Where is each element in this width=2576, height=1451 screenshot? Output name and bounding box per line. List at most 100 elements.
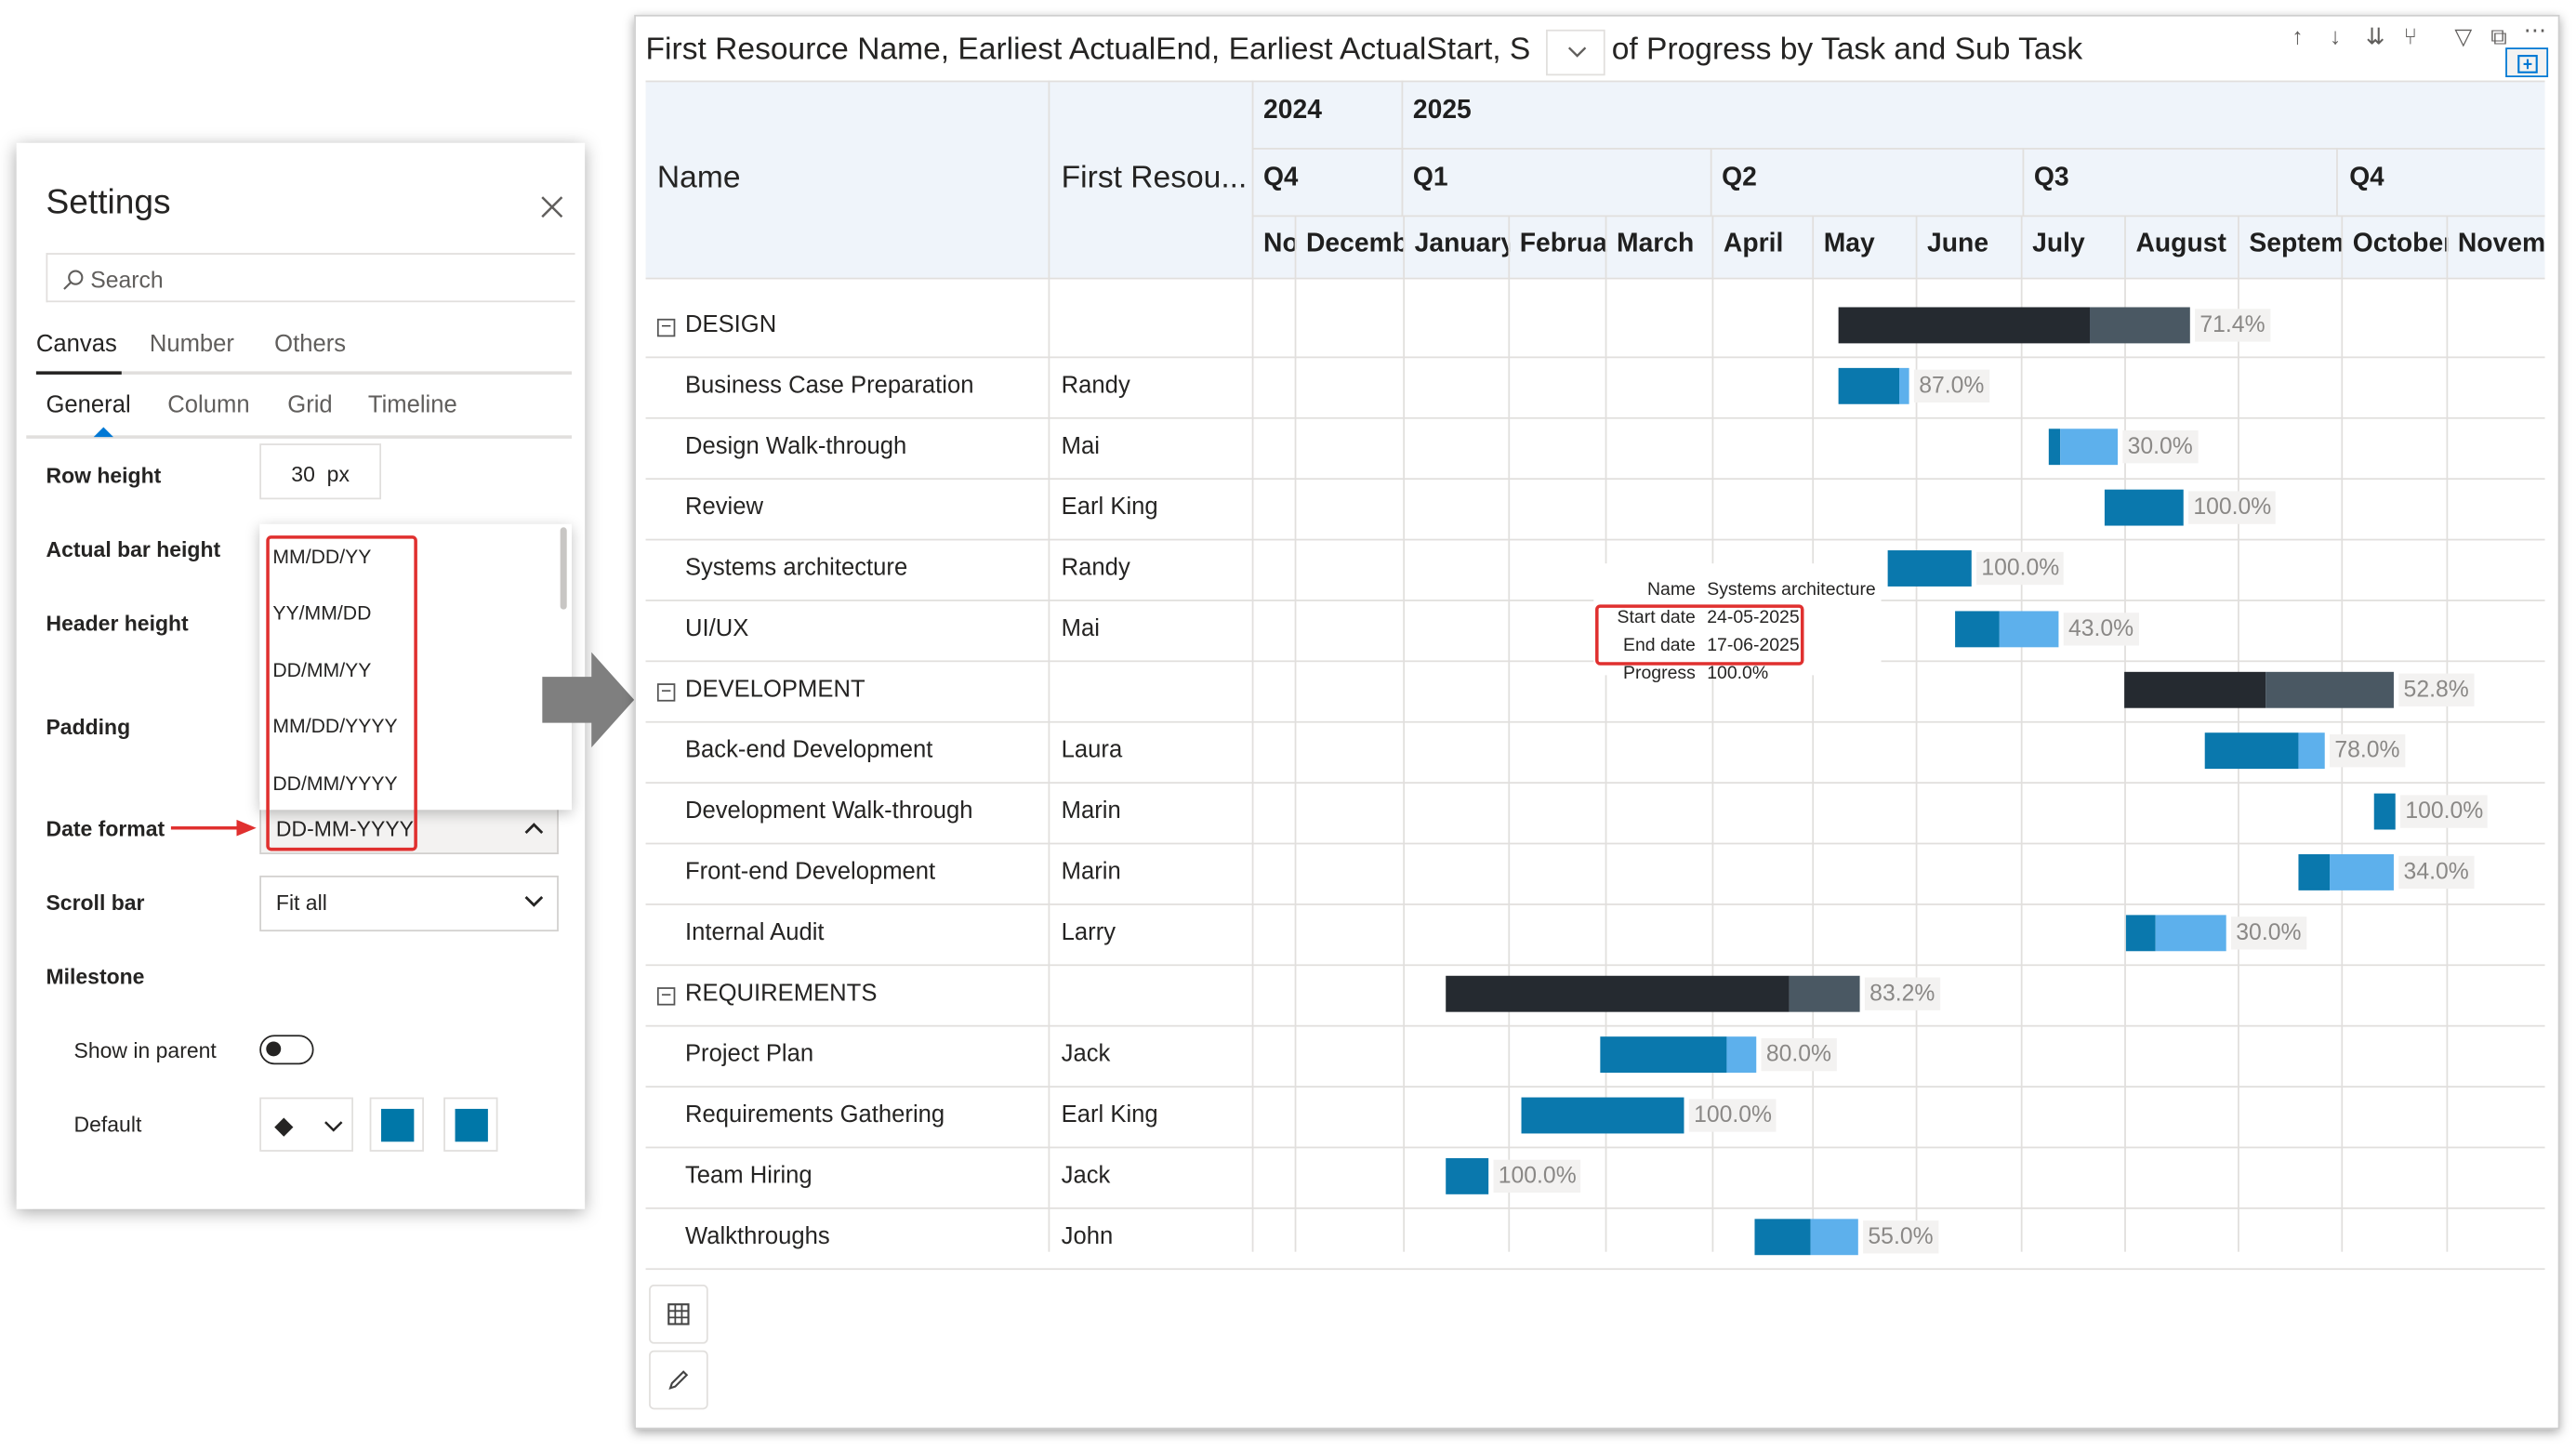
gantt-bar-remaining[interactable] bbox=[1789, 975, 1860, 1012]
subtab-column[interactable]: Column bbox=[167, 392, 249, 418]
filter-icon[interactable]: ▽ bbox=[2454, 23, 2472, 51]
column-divider bbox=[1251, 80, 1254, 1252]
progress-label: 100.0% bbox=[1976, 551, 2065, 586]
gantt-bar-remaining[interactable] bbox=[1898, 367, 1909, 404]
month-divider bbox=[1711, 215, 1714, 1252]
subtab-general[interactable]: General bbox=[46, 392, 130, 418]
close-icon[interactable] bbox=[539, 194, 565, 220]
gantt-bar-actual[interactable] bbox=[1446, 1157, 1489, 1194]
month-divider bbox=[2124, 215, 2126, 1252]
row-divider bbox=[645, 720, 2545, 723]
drill-up-icon[interactable]: ↑ bbox=[2292, 23, 2303, 49]
gantt-bar-actual[interactable] bbox=[2125, 915, 2156, 952]
task-row-name[interactable]: Review bbox=[685, 495, 763, 521]
column-header-name[interactable]: Name bbox=[657, 161, 741, 197]
task-row-name[interactable]: Project Plan bbox=[685, 1041, 813, 1067]
chevron-up-icon bbox=[524, 823, 544, 835]
settings-tabs: Canvas Number Others bbox=[35, 332, 573, 375]
gantt-bar-actual[interactable] bbox=[1838, 367, 1899, 404]
gantt-bar-remaining[interactable] bbox=[1810, 1219, 1858, 1256]
quarter-label: Q4 bbox=[2349, 164, 2384, 192]
expand-all-down-icon[interactable]: ⇊ bbox=[2366, 23, 2385, 51]
resource-name: Laura bbox=[1061, 737, 1123, 764]
task-row-name[interactable]: Requirements Gathering bbox=[685, 1102, 945, 1128]
task-row-name[interactable]: Systems architecture bbox=[685, 555, 907, 581]
edit-button[interactable] bbox=[649, 1350, 708, 1410]
gantt-bar-actual[interactable] bbox=[2373, 793, 2396, 830]
gantt-bar-actual[interactable] bbox=[1955, 611, 2000, 648]
task-row-name[interactable]: UI/UX bbox=[685, 616, 748, 642]
milestone-shape-select[interactable]: ◆ bbox=[259, 1097, 353, 1152]
gantt-bar-actual[interactable] bbox=[2104, 489, 2184, 526]
month-label: June bbox=[1927, 230, 1989, 258]
scroll-bar-select[interactable]: Fit all bbox=[259, 875, 559, 932]
gantt-bar-actual[interactable] bbox=[2204, 732, 2299, 770]
gantt-bar-remaining[interactable] bbox=[2060, 429, 2119, 466]
search-input[interactable]: Search bbox=[46, 253, 575, 303]
quarter-label: Q1 bbox=[1412, 164, 1448, 192]
gantt-bar-actual[interactable] bbox=[1887, 550, 1972, 587]
milestone-color-swatch[interactable] bbox=[369, 1097, 424, 1152]
row-divider bbox=[645, 1024, 2545, 1027]
scroll-bar-label: Scroll bar bbox=[46, 890, 145, 916]
row-divider bbox=[645, 538, 2545, 541]
resource-name: Mai bbox=[1061, 615, 1100, 643]
task-row-name[interactable]: Team Hiring bbox=[685, 1163, 812, 1189]
gantt-bar-remaining[interactable] bbox=[1999, 611, 2059, 648]
gantt-bar-actual[interactable] bbox=[2124, 671, 2266, 708]
gantt-bar-remaining[interactable] bbox=[1726, 1036, 1757, 1074]
collapse-icon[interactable]: − bbox=[656, 986, 676, 1006]
group-row-name[interactable]: DESIGN bbox=[685, 312, 776, 338]
title-overflow-button[interactable] bbox=[1546, 29, 1605, 76]
progress-label: 43.0% bbox=[2063, 613, 2139, 646]
drill-down-icon[interactable]: ↓ bbox=[2330, 23, 2341, 49]
gantt-bar-remaining[interactable] bbox=[2330, 853, 2394, 890]
gantt-bar-actual[interactable] bbox=[1838, 307, 2091, 344]
gantt-bar-actual[interactable] bbox=[1521, 1097, 1684, 1134]
collapse-icon[interactable]: − bbox=[656, 682, 676, 702]
month-label: Februa bbox=[1519, 230, 1607, 258]
task-row-name[interactable]: Front-end Development bbox=[685, 859, 935, 885]
gantt-bar-actual[interactable] bbox=[1446, 975, 1790, 1012]
gantt-bar-remaining[interactable] bbox=[2155, 915, 2226, 952]
gantt-visual: First Resource Name, Earliest ActualEnd,… bbox=[634, 14, 2560, 1430]
group-row-name[interactable]: DEVELOPMENT bbox=[685, 677, 865, 703]
grid-view-button[interactable] bbox=[649, 1285, 708, 1344]
hierarchy-icon[interactable]: ⑂ bbox=[2404, 23, 2418, 49]
gantt-bar-actual[interactable] bbox=[1600, 1036, 1727, 1074]
task-row-name[interactable]: Back-end Development bbox=[685, 738, 932, 764]
task-row-name[interactable]: Internal Audit bbox=[685, 920, 825, 946]
subtab-grid[interactable]: Grid bbox=[287, 392, 332, 418]
row-divider bbox=[645, 782, 2545, 785]
gantt-bar-remaining[interactable] bbox=[2298, 732, 2325, 770]
tab-number[interactable]: Number bbox=[150, 332, 234, 358]
progress-label: 55.0% bbox=[1863, 1220, 1938, 1254]
gantt-bar-actual[interactable] bbox=[2048, 429, 2061, 466]
task-row-name[interactable]: Walkthroughs bbox=[685, 1224, 830, 1250]
month-label: January bbox=[1414, 230, 1511, 258]
show-in-parent-toggle[interactable] bbox=[259, 1035, 314, 1065]
gantt-bar-actual[interactable] bbox=[1754, 1219, 1811, 1256]
task-row-name[interactable]: Business Case Preparation bbox=[685, 373, 974, 399]
task-row-name[interactable]: Development Walk-through bbox=[685, 798, 973, 824]
gantt-bar-remaining[interactable] bbox=[2266, 671, 2394, 708]
group-row-name[interactable]: REQUIREMENTS bbox=[685, 981, 877, 1007]
gantt-bar-remaining[interactable] bbox=[2090, 307, 2190, 344]
task-row-name[interactable]: Design Walk-through bbox=[685, 434, 906, 460]
resource-name: Jack bbox=[1061, 1041, 1111, 1068]
more-options-icon[interactable]: ⋯ bbox=[2524, 17, 2547, 45]
pin-visual-button[interactable] bbox=[2505, 47, 2549, 78]
progress-label: 52.8% bbox=[2398, 673, 2475, 706]
month-divider bbox=[1403, 215, 1406, 1252]
dropdown-scrollbar[interactable] bbox=[560, 527, 567, 610]
collapse-icon[interactable]: − bbox=[656, 318, 676, 337]
settings-panel: Settings Search Canvas Number Others Gen… bbox=[16, 142, 586, 1209]
subtab-timeline[interactable]: Timeline bbox=[368, 392, 457, 418]
tab-canvas[interactable]: Canvas bbox=[36, 332, 117, 358]
tab-others[interactable]: Others bbox=[274, 332, 346, 358]
chevron-down-icon bbox=[1567, 46, 1587, 58]
column-header-resource[interactable]: First Resou... bbox=[1062, 161, 1248, 197]
milestone-border-swatch[interactable] bbox=[443, 1097, 498, 1152]
row-height-input[interactable]: 30 px bbox=[259, 443, 382, 500]
gantt-bar-actual[interactable] bbox=[2298, 853, 2331, 890]
